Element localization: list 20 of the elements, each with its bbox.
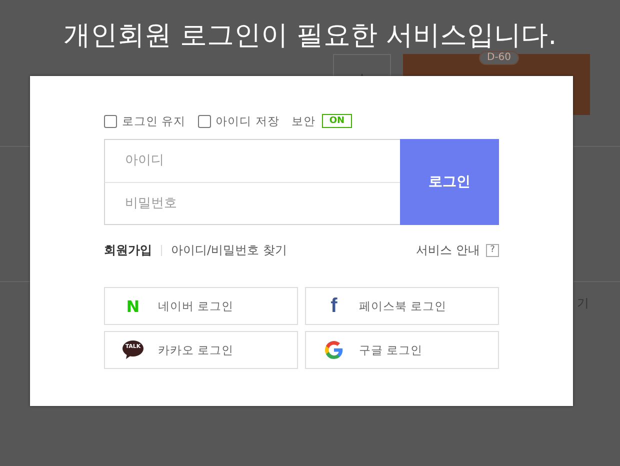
social-login-button[interactable]: N 네이버 로그인 bbox=[104, 287, 298, 325]
account-link[interactable]: 아이디/비밀번호 찾기 bbox=[171, 242, 287, 259]
account-link[interactable]: 회원가입 bbox=[104, 242, 152, 259]
login-button[interactable]: 로그인 bbox=[400, 139, 499, 225]
help-icon[interactable]: ? bbox=[486, 244, 499, 257]
password-input[interactable]: 비밀번호 bbox=[104, 182, 400, 225]
checkbox[interactable] bbox=[198, 114, 211, 128]
f-logo-icon: f bbox=[323, 294, 345, 318]
social-login-button[interactable]: f 페이스북 로그인 bbox=[305, 287, 499, 325]
id-input[interactable]: 아이디 bbox=[104, 139, 400, 182]
n-logo-icon: N bbox=[122, 296, 144, 316]
social-login-button[interactable]: 구글 로그인 bbox=[305, 331, 499, 369]
modal-title: 개인회원 로그인이 필요한 서비스입니다. bbox=[63, 21, 557, 50]
checkbox[interactable] bbox=[104, 114, 117, 128]
security-label: 보안 bbox=[291, 114, 316, 128]
service-guide-link[interactable]: 서비스 안내 bbox=[416, 242, 480, 259]
checkbox-label: 아이디 저장 bbox=[216, 114, 280, 128]
g-logo-icon bbox=[323, 341, 345, 359]
d-day-badge: D-60 bbox=[479, 51, 520, 65]
checkbox-label: 로그인 유지 bbox=[122, 114, 186, 128]
